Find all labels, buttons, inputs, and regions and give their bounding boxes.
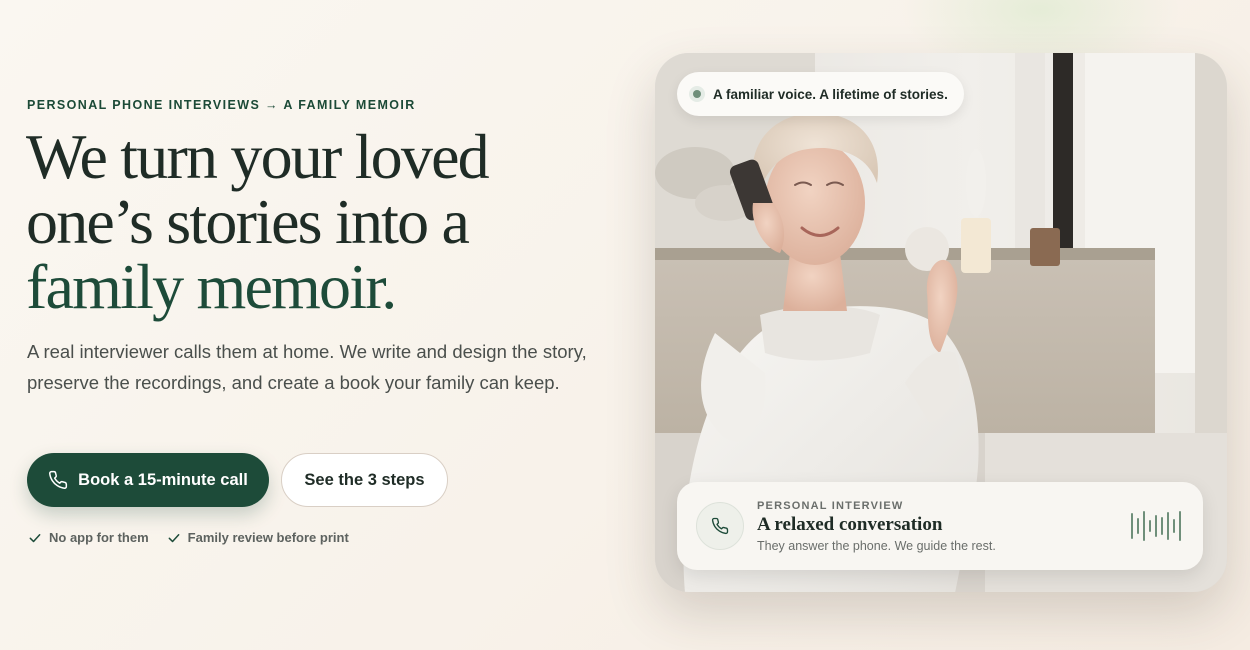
see-steps-label: See the 3 steps <box>304 470 425 489</box>
headline-line-2: one’s stories into a <box>26 186 470 257</box>
check-item-family-review: Family review before print <box>167 530 349 545</box>
interview-info-text: PERSONAL INTERVIEW A relaxed conversatio… <box>757 500 1131 553</box>
phone-icon <box>49 470 68 489</box>
check-label: No app for them <box>49 530 149 545</box>
headline-line-1: We turn your loved <box>26 121 490 192</box>
interview-info-card: PERSONAL INTERVIEW A relaxed conversatio… <box>677 482 1203 570</box>
feature-checks: No app for them Family review before pri… <box>28 530 349 545</box>
book-call-label: Book a 15-minute call <box>78 470 248 489</box>
info-eyebrow: PERSONAL INTERVIEW <box>757 499 904 512</box>
check-label: Family review before print <box>187 530 349 545</box>
check-item-no-app: No app for them <box>28 530 149 545</box>
audio-wave-icon <box>1131 506 1181 546</box>
hero-headline: We turn your loved one’s stories into a … <box>26 124 586 319</box>
phone-icon-circle <box>696 502 744 550</box>
hero-eyebrow: PERSONAL PHONE INTERVIEWS → A FAMILY MEM… <box>27 98 416 112</box>
status-dot-icon <box>689 86 705 102</box>
check-icon <box>168 533 180 542</box>
hero-subtitle: A real interviewer calls them at home. W… <box>27 341 587 393</box>
info-title: A relaxed conversation <box>757 513 943 535</box>
voice-badge: A familiar voice. A lifetime of stories. <box>677 72 964 116</box>
check-icon <box>29 533 41 542</box>
headline-accent: family memoir. <box>26 251 397 322</box>
phone-icon <box>711 517 729 535</box>
info-description: They answer the phone. We guide the rest… <box>757 538 996 553</box>
book-call-button[interactable]: Book a 15-minute call <box>27 453 269 507</box>
voice-badge-label: A familiar voice. A lifetime of stories. <box>713 86 948 102</box>
see-steps-button[interactable]: See the 3 steps <box>281 453 448 507</box>
hero-photo-card: A familiar voice. A lifetime of stories.… <box>655 53 1227 592</box>
